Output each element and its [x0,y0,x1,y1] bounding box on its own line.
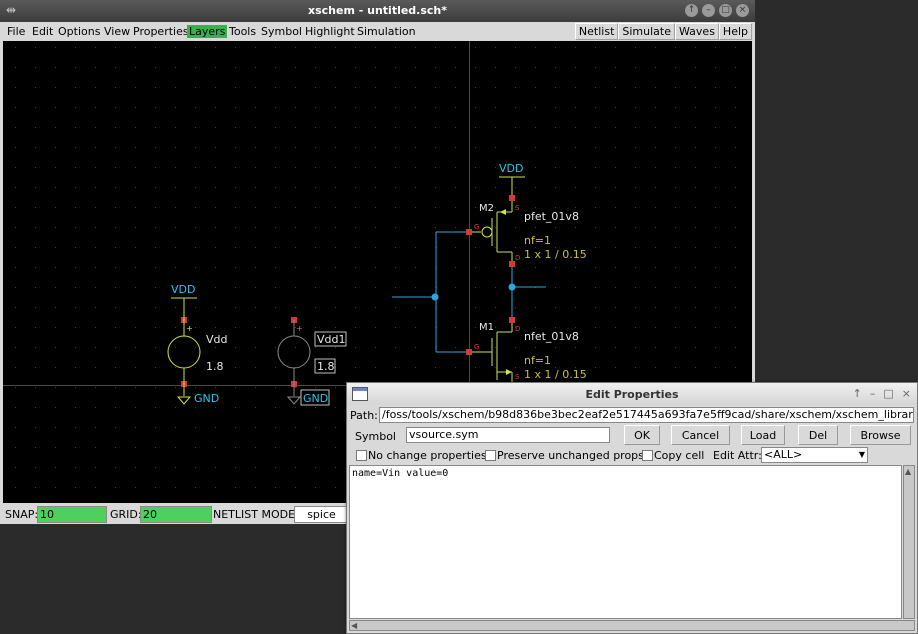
del-button[interactable]: Del [798,425,838,445]
dialog-window-controls: ↑ – □ × [853,387,911,400]
menu-edit[interactable]: Edit [32,25,53,38]
m1-nf: nf=1 [524,354,551,367]
minimize-button[interactable]: – [702,4,715,17]
window-controls: ↑ – □ × [685,4,749,17]
menu-symbol[interactable]: Symbol [261,25,302,38]
vdd-top-label: VDD [499,162,523,175]
vsrc1-value: 1.8 [206,360,224,373]
dialog-title-bar[interactable]: Edit Properties ↑ – □ × [347,383,917,405]
snap-field[interactable]: 10 [37,506,107,523]
preserve-label: Preserve unchanged props [497,449,644,462]
m1-pin-s: S [515,373,520,381]
m2-model: pfet_01v8 [524,210,579,223]
window-title: xschem - untitled.sch* [307,4,448,17]
menu-highlight[interactable]: Highlight [305,25,355,38]
netlist-mode-field[interactable]: spice [294,506,349,523]
gnd2-label: GND [303,392,328,405]
dropdown-arrow-icon: ▼ [858,450,865,459]
path-field[interactable]: /foss/tools/xschem/b98d836be3bec2eaf2e51… [379,407,914,423]
m1-name: M1 [479,322,494,333]
maximize-button[interactable]: □ [719,4,732,17]
edit-attr-select[interactable]: <ALL> ▼ [761,447,868,463]
m2-pin-s: S [515,204,520,212]
scroll-up-icon: ▲ [905,467,912,476]
m2-pin-d: D [515,254,520,262]
vsrc1-plus: + [186,324,193,333]
symbol-field[interactable]: vsource.sym [406,427,610,443]
menu-view[interactable]: View [104,25,130,38]
m2-pin-g: G [474,223,479,231]
symbol-label: Symbol [355,430,396,443]
grid-label: GRID: [110,508,142,521]
cancel-button[interactable]: Cancel [671,425,730,445]
dialog-maximize-button[interactable]: □ [883,387,893,400]
m1-pin-d: D [515,325,520,333]
simulate-button[interactable]: Simulate [618,23,675,40]
copy-cell-label: Copy cell [654,449,705,462]
m2-name: M2 [479,203,494,214]
preserve-checkbox[interactable] [485,450,496,461]
netlist-button[interactable]: Netlist [574,23,619,40]
edit-properties-dialog: Edit Properties ↑ – □ × Path: /foss/tool… [346,382,918,634]
ok-button[interactable]: OK [624,425,660,445]
horizontal-scrollbar[interactable]: ◀ [349,620,915,631]
no-change-label: No change properties [368,449,487,462]
menu-tools[interactable]: Tools [229,25,256,38]
edit-attr-value: <ALL> [764,448,803,461]
vdd-left-label: VDD [171,283,195,296]
snap-label: SNAP: [5,508,39,521]
menu-simulation[interactable]: Simulation [357,25,416,38]
close-button[interactable]: × [736,4,749,17]
m1-model: nfet_01v8 [524,330,579,343]
menu-file[interactable]: File [7,25,25,38]
m2-nf: nf=1 [524,234,551,247]
gnd1-label: GND [194,392,219,405]
netlist-mode-label: NETLIST MODE: [213,508,299,521]
edit-attr-label: Edit Attr: [713,449,762,462]
no-change-checkbox[interactable] [356,450,367,461]
dialog-minimize-button[interactable]: – [870,387,876,400]
shade-button[interactable]: ↑ [685,4,698,17]
vertical-scrollbar[interactable]: ▲ [903,465,915,619]
menu-bar: File Edit Options View Properties Layers… [0,22,755,41]
path-label: Path: [350,409,378,422]
toolbar-buttons: Netlist Simulate Waves Help [574,23,752,40]
menu-layers[interactable]: Layers [187,25,228,38]
m1-size: 1 x 1 / 0.15 [524,368,587,381]
vsrc2-value: 1.8 [317,360,335,373]
scroll-left-icon: ◀ [351,621,358,630]
load-button[interactable]: Load [741,425,785,445]
menu-properties[interactable]: Properties [133,25,189,38]
m2-size: 1 x 1 / 0.15 [524,248,587,261]
vsrc1-name: Vdd [206,333,228,346]
m1-pin-g: G [474,343,479,351]
title-bar[interactable]: ⇹ xschem - untitled.sch* ↑ – □ × [0,0,755,22]
waves-button[interactable]: Waves [675,23,719,40]
dialog-close-button[interactable]: × [902,387,911,400]
dialog-shade-button[interactable]: ↑ [853,387,862,400]
properties-textarea[interactable]: name=Vin value=0 [349,465,902,619]
vsrc2-name: Vdd1 [317,333,346,346]
dialog-title: Edit Properties [585,388,679,401]
help-button[interactable]: Help [718,23,752,40]
menu-options[interactable]: Options [58,25,100,38]
vsrc2-plus: + [296,324,303,333]
copy-cell-checkbox[interactable] [642,450,653,461]
browse-button[interactable]: Browse [850,425,911,445]
grid-field[interactable]: 20 [140,506,212,523]
